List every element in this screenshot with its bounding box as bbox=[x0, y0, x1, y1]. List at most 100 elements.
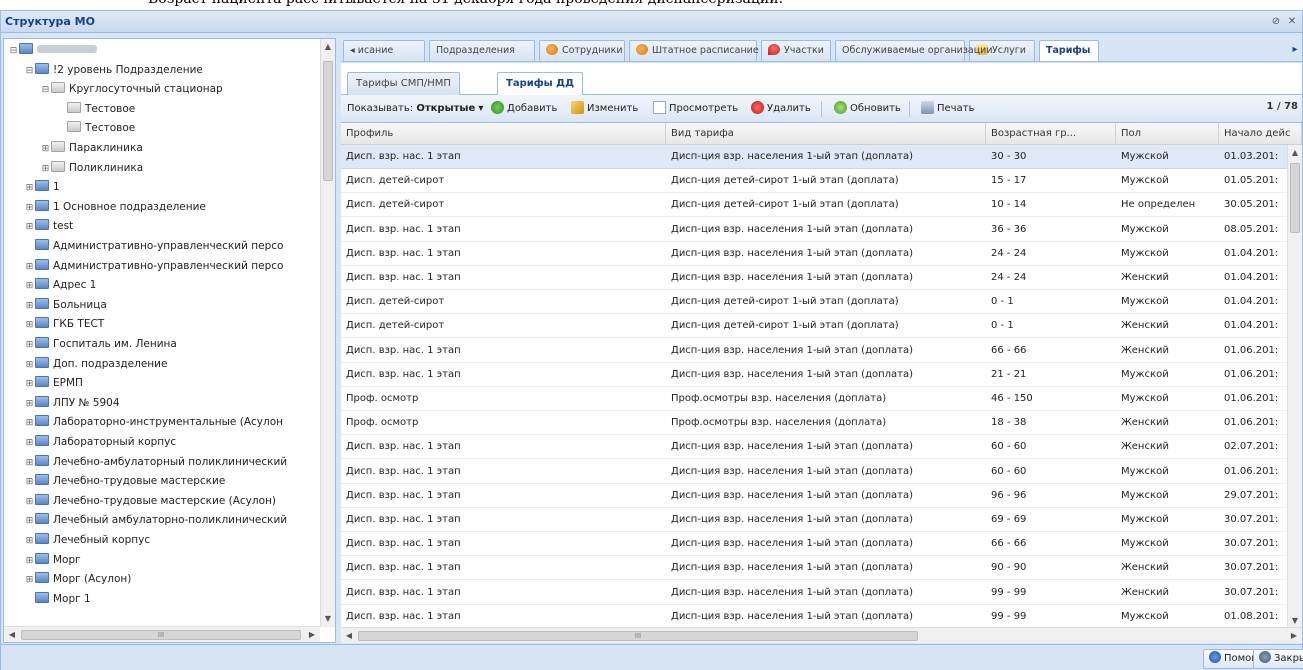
column-header[interactable]: Вид тарифа bbox=[666, 123, 986, 145]
tree-node[interactable]: ⊞ Лечебно-трудовые мастерские (Асулон) bbox=[24, 492, 276, 511]
tab-6[interactable]: Обслуживаемые организации bbox=[835, 40, 993, 61]
expand-node-icon[interactable]: ⊞ bbox=[24, 512, 35, 531]
close-button[interactable]: Закрыть bbox=[1253, 649, 1303, 669]
expand-node-icon[interactable]: ⊞ bbox=[24, 179, 35, 198]
table-row[interactable]: Дисп. взр. нас. 1 этап Дисп-ция взр. насе… bbox=[341, 339, 1287, 363]
tab-4[interactable]: Штатное расписание bbox=[629, 40, 759, 61]
tree-node[interactable]: ⊞ Лабораторно-инструментальные (Асулон bbox=[24, 413, 283, 432]
tree-horizontal-scrollbar[interactable]: ◀ III ▶ bbox=[4, 626, 320, 642]
column-header[interactable]: Начало дейс bbox=[1219, 123, 1302, 145]
tree-node[interactable]: ⊞ Адрес 1 bbox=[24, 276, 96, 295]
expand-node-icon[interactable]: ⊞ bbox=[24, 395, 35, 414]
expand-node-icon[interactable]: ⊞ bbox=[24, 434, 35, 453]
tab-2[interactable]: Подразделения bbox=[429, 40, 535, 61]
table-row[interactable]: Дисп. взр. нас. 1 этап Дисп-ция взр. насе… bbox=[341, 145, 1287, 169]
tree-node[interactable]: Морг 1 bbox=[24, 590, 91, 609]
table-row[interactable]: Дисп. детей-сирот Дисп-ция детей-сирот 1-… bbox=[341, 314, 1287, 339]
tree-node[interactable]: ⊞ Лечебный корпус bbox=[24, 531, 150, 550]
expand-node-icon[interactable]: ⊞ bbox=[24, 336, 35, 355]
print-button[interactable]: Печать bbox=[921, 101, 974, 117]
scroll-right-icon[interactable]: ▶ bbox=[305, 628, 319, 642]
tree-node[interactable]: ⊞ 1 bbox=[24, 178, 60, 197]
tree-node[interactable]: ⊞ Больница bbox=[24, 296, 107, 315]
table-row[interactable]: Дисп. взр. нас. 1 этап Дисп-ция взр. насе… bbox=[341, 266, 1287, 290]
tab-1[interactable]: ◂ исание bbox=[343, 40, 425, 61]
table-row[interactable]: Дисп. взр. нас. 1 этап Дисп-ция взр. насе… bbox=[341, 435, 1287, 460]
tree-node[interactable]: ⊞ Лабораторный корпус bbox=[24, 433, 176, 452]
grid-horizontal-scrollbar[interactable]: ◀ III ▶ bbox=[341, 627, 1302, 643]
delete-button[interactable]: Удалить bbox=[751, 101, 811, 117]
tab-3[interactable]: Сотрудники bbox=[539, 40, 625, 61]
scroll-up-icon[interactable]: ▲ bbox=[321, 40, 335, 54]
tree-node[interactable]: ⊞ Доп. подразделение bbox=[24, 355, 167, 374]
expand-node-icon[interactable]: ⊞ bbox=[24, 493, 35, 512]
tree-node[interactable]: ⊞ Поликлиника bbox=[40, 159, 143, 178]
tree-scroll-thumb[interactable] bbox=[323, 61, 333, 181]
table-row[interactable]: Дисп. детей-сирот Дисп-ция детей-сирот 1-… bbox=[341, 169, 1287, 194]
tree-node[interactable]: ⊞ ЕРМП bbox=[24, 374, 83, 393]
expand-node-icon[interactable]: ⊞ bbox=[24, 277, 35, 296]
tree-node[interactable]: ⊞ ЛПУ № 5904 bbox=[24, 394, 120, 413]
edit-button[interactable]: Изменить bbox=[571, 101, 638, 117]
scroll-left-icon[interactable]: ◀ bbox=[5, 628, 19, 642]
expand-node-icon[interactable]: ⊞ bbox=[24, 218, 35, 237]
view-button[interactable]: Просмотреть bbox=[653, 101, 738, 117]
tab-5[interactable]: Участки bbox=[761, 40, 831, 61]
expand-node-icon[interactable]: ⊞ bbox=[24, 356, 35, 375]
expand-node-icon[interactable]: ⊞ bbox=[24, 473, 35, 492]
collapse-node-icon[interactable]: ⊟ bbox=[40, 81, 51, 100]
add-button[interactable]: Добавить bbox=[491, 101, 557, 117]
table-row[interactable]: Дисп. детей-сирот Дисп-ция детей-сирот 1-… bbox=[341, 193, 1287, 218]
tree-node[interactable]: Тестовое bbox=[56, 119, 135, 138]
tree-node[interactable]: ⊞ Морг bbox=[24, 551, 81, 570]
column-header[interactable]: Пол bbox=[1116, 123, 1219, 145]
tab-8[interactable]: Тарифы bbox=[1039, 40, 1099, 61]
tree-node[interactable]: ⊞ Лечебный амбулаторно-поликлинический bbox=[24, 511, 287, 530]
close-icon[interactable]: ✕ bbox=[1285, 14, 1299, 28]
tree-node[interactable]: ⊞ Лечебно-амбулаторный поликлинический bbox=[24, 453, 287, 472]
tree-node[interactable]: ⊞ Лечебно-трудовые мастерские bbox=[24, 472, 225, 491]
expand-node-icon[interactable]: ⊞ bbox=[24, 258, 35, 277]
tree-node[interactable]: ⊟ Круглосуточный стационар bbox=[40, 80, 223, 99]
tab-scroll-right-icon[interactable]: ▸ bbox=[1288, 40, 1302, 60]
subtab-smp-tariffs[interactable]: Тарифы СМП/НМП bbox=[347, 72, 700, 196]
tree-node[interactable]: ⊞ Морг (Асулон) bbox=[24, 570, 131, 589]
tree-node[interactable]: Тестовое bbox=[56, 100, 135, 119]
tree-vertical-scrollbar[interactable]: ▲ ▼ bbox=[320, 39, 335, 627]
scroll-left-icon[interactable]: ◀ bbox=[342, 629, 356, 643]
scroll-right-icon[interactable]: ▶ bbox=[1287, 629, 1301, 643]
tree-node[interactable]: ⊟ !2 уровень Подразделение bbox=[24, 61, 203, 80]
tree-node[interactable]: ⊞ ГКБ ТЕСТ bbox=[24, 315, 104, 334]
table-row[interactable]: Проф. осмотр Проф.осмотры взр. населения … bbox=[341, 411, 1287, 436]
tree-node[interactable]: ⊞ Параклиника bbox=[40, 139, 143, 158]
expand-node-icon[interactable]: ⊞ bbox=[24, 571, 35, 590]
table-row[interactable]: Дисп. взр. нас. 1 этап Дисп-ция взр. насе… bbox=[341, 218, 1287, 242]
subtab-dd-tariffs[interactable]: Тарифы ДД bbox=[497, 72, 850, 196]
collapse-node-icon[interactable]: ⊟ bbox=[24, 62, 35, 81]
tree-node[interactable]: ⊞ test bbox=[24, 217, 73, 236]
expand-node-icon[interactable]: ⊞ bbox=[24, 375, 35, 394]
expand-node-icon[interactable]: ⊞ bbox=[40, 160, 51, 179]
table-row[interactable]: Дисп. взр. нас. 1 этап Дисп-ция взр. насе… bbox=[341, 460, 1287, 484]
expand-node-icon[interactable]: ⊞ bbox=[24, 552, 35, 571]
expand-node-icon[interactable]: ⊞ bbox=[24, 316, 35, 335]
table-row[interactable]: Дисп. взр. нас. 1 этап Дисп-ция взр. насе… bbox=[341, 363, 1287, 387]
table-row[interactable]: Дисп. взр. нас. 1 этап Дисп-ция взр. насе… bbox=[341, 556, 1287, 581]
table-row[interactable]: Дисп. детей-сирот Дисп-ция детей-сирот 1-… bbox=[341, 290, 1287, 315]
expand-node-icon[interactable]: ⊞ bbox=[24, 199, 35, 218]
expand-node-icon[interactable]: ⊞ bbox=[24, 414, 35, 433]
grid-hscroll-thumb[interactable]: III bbox=[358, 631, 918, 641]
table-row[interactable]: Дисп. взр. нас. 1 этап Дисп-ция взр. насе… bbox=[341, 605, 1287, 629]
table-row[interactable]: Дисп. взр. нас. 1 этап Дисп-ция взр. насе… bbox=[341, 581, 1287, 605]
tree-node[interactable]: ⊞ 1 Основное подразделение bbox=[24, 198, 206, 217]
tree-node[interactable]: ⊟ bbox=[8, 41, 97, 60]
table-row[interactable]: Дисп. взр. нас. 1 этап Дисп-ция взр. насе… bbox=[341, 532, 1287, 557]
tree-hscroll-thumb[interactable]: III bbox=[21, 630, 301, 640]
expand-node-icon[interactable]: ⊞ bbox=[24, 532, 35, 551]
expand-node-icon[interactable]: ⊞ bbox=[40, 140, 51, 159]
show-filter-dropdown[interactable]: Показывать: Открытые ▾ bbox=[347, 101, 483, 117]
table-row[interactable]: Дисп. взр. нас. 1 этап Дисп-ция взр. насе… bbox=[341, 508, 1287, 532]
tree-node[interactable]: ⊞ Госпиталь им. Ленина bbox=[24, 335, 177, 354]
expand-node-icon[interactable]: ⊞ bbox=[24, 454, 35, 473]
column-header[interactable]: Возрастная гр... bbox=[986, 123, 1116, 145]
